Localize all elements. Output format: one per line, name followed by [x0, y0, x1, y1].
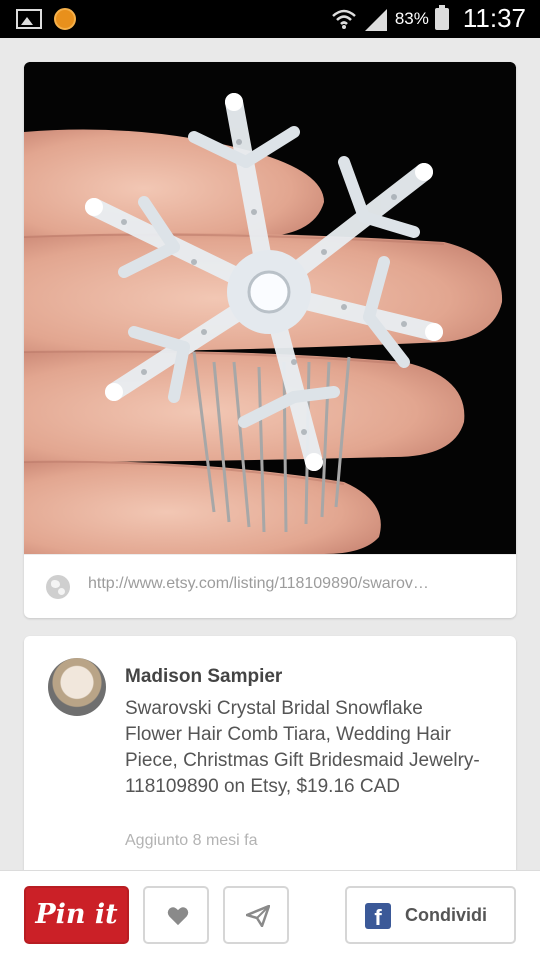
- action-bar: Pin it f Condividi: [0, 870, 540, 961]
- source-url[interactable]: http://www.etsy.com/listing/118109890/sw…: [88, 575, 429, 593]
- app-notification-icon: [54, 8, 76, 30]
- share-label: Condividi: [405, 905, 487, 925]
- pin-it-button[interactable]: Pin it: [24, 886, 129, 944]
- source-link-row[interactable]: http://www.etsy.com/listing/118109890/sw…: [24, 554, 516, 618]
- battery-percent: 83%: [394, 8, 429, 28]
- send-icon: [246, 905, 270, 927]
- pin-description: Swarovski Crystal Bridal Snowflake Flowe…: [125, 698, 480, 797]
- pin-image-card: http://www.etsy.com/listing/118109890/sw…: [24, 62, 516, 618]
- pin-details-card: Madison Sampier Swarovski Crystal Bridal…: [24, 636, 516, 886]
- pinner-name[interactable]: Madison Sampier: [125, 666, 282, 688]
- clock: 11:37: [462, 3, 526, 33]
- added-time: Aggiunto 8 mesi fa: [125, 832, 258, 849]
- facebook-icon: f: [365, 903, 391, 929]
- system-indicators: 83% 11:37: [331, 3, 526, 34]
- globe-icon: [46, 575, 70, 599]
- notification-icons: [16, 8, 76, 30]
- heart-icon: [167, 907, 189, 926]
- avatar[interactable]: [48, 658, 106, 716]
- battery-icon: [434, 4, 449, 30]
- snowflake-hair-comb-image: [24, 62, 516, 554]
- status-bar: 83% 11:37: [0, 0, 540, 38]
- send-button[interactable]: [223, 886, 289, 944]
- signal-icon: [364, 8, 387, 31]
- share-button[interactable]: f Condividi: [345, 886, 516, 944]
- wifi-icon: [331, 9, 356, 29]
- pin-image[interactable]: [24, 62, 516, 554]
- like-button[interactable]: [143, 886, 209, 944]
- gallery-notification-icon: [16, 9, 42, 29]
